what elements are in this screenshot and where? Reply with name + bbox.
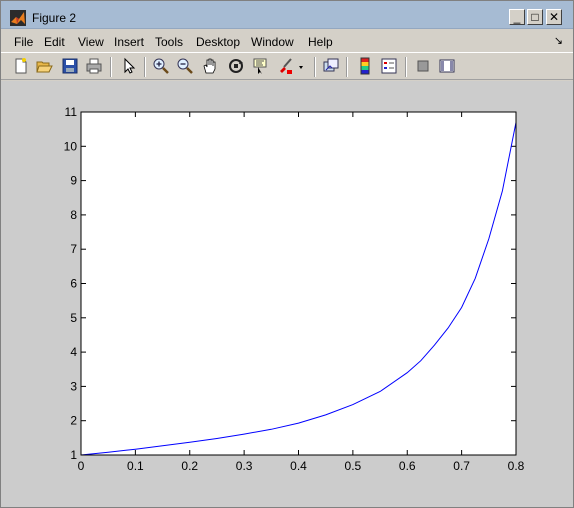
axes-background <box>81 112 516 455</box>
maximize-button[interactable]: □ <box>527 9 543 25</box>
insert-legend-icon[interactable] <box>380 57 398 75</box>
y-tick-label: 11 <box>65 105 78 119</box>
menu-window[interactable]: Window <box>251 35 294 49</box>
brush-menu-icon[interactable] <box>296 57 306 75</box>
menu-edit[interactable]: Edit <box>44 35 65 49</box>
link-plot-icon[interactable] <box>322 57 340 75</box>
menu-view[interactable]: View <box>78 35 104 49</box>
x-tick-label: 0.5 <box>345 459 362 473</box>
x-tick-label: 0.3 <box>236 459 253 473</box>
menu-insert[interactable]: Insert <box>114 35 144 49</box>
toolbar-separator <box>405 57 407 77</box>
y-tick-label: 1 <box>70 448 77 462</box>
toolbar-separator <box>314 57 316 77</box>
y-tick-label: 3 <box>70 379 77 393</box>
minimize-button[interactable]: _ <box>509 9 525 25</box>
menu-file[interactable]: File <box>14 35 33 49</box>
y-tick-label: 2 <box>70 414 77 428</box>
hide-plot-tools-icon[interactable] <box>414 57 432 75</box>
figure-window: Figure 2 _ □ ✕ File Edit View Insert Too… <box>0 0 574 508</box>
toolbar-separator <box>346 57 348 77</box>
print-figure-icon[interactable] <box>85 57 103 75</box>
x-tick-label: 0.4 <box>290 459 307 473</box>
save-figure-icon[interactable] <box>61 57 79 75</box>
x-tick-label: 0.6 <box>399 459 416 473</box>
insert-colorbar-icon[interactable] <box>356 57 374 75</box>
x-tick-label: 0.1 <box>127 459 144 473</box>
toolbar-separator <box>110 57 112 77</box>
edit-plot-icon[interactable] <box>120 57 138 75</box>
menu-help[interactable]: Help <box>308 35 333 49</box>
zoom-out-icon[interactable] <box>176 57 194 75</box>
menu-bar: File Edit View Insert Tools Desktop Wind… <box>1 30 573 52</box>
y-tick-label: 4 <box>70 345 77 359</box>
toolbar-separator <box>144 57 146 77</box>
close-button[interactable]: ✕ <box>546 9 562 25</box>
y-tick-label: 5 <box>70 311 77 325</box>
matlab-logo-icon <box>10 10 26 26</box>
y-tick-label: 7 <box>70 242 77 256</box>
y-tick-label: 9 <box>70 174 77 188</box>
plot-canvas[interactable]: 0 0.1 0.2 0.3 0.4 0.5 0.6 0.7 0.8 1 2 3 4 5 6 7 8 9 10 11 <box>1 81 573 507</box>
x-tick-label: 0.7 <box>453 459 470 473</box>
zoom-in-icon[interactable] <box>152 57 170 75</box>
rotate-3d-icon[interactable] <box>227 57 245 75</box>
dock-arrow-icon[interactable]: ↘ <box>554 34 563 47</box>
open-file-icon[interactable] <box>35 57 53 75</box>
title-bar[interactable]: Figure 2 _ □ ✕ <box>1 1 573 29</box>
pan-icon[interactable] <box>201 57 219 75</box>
menu-tools[interactable]: Tools <box>155 35 183 49</box>
show-plot-tools-icon[interactable] <box>438 57 456 75</box>
figure-toolbar <box>1 52 573 80</box>
menu-desktop[interactable]: Desktop <box>196 35 240 49</box>
window-title: Figure 2 <box>32 11 77 25</box>
y-tick-label: 8 <box>70 208 77 222</box>
x-tick-label: 0.8 <box>508 459 525 473</box>
x-tick-label: 0 <box>78 459 85 473</box>
new-figure-icon[interactable] <box>12 57 30 75</box>
x-tick-label: 0.2 <box>181 459 198 473</box>
brush-icon[interactable] <box>276 57 294 75</box>
data-cursor-icon[interactable] <box>251 57 269 75</box>
y-tick-label: 10 <box>64 139 78 153</box>
y-tick-label: 6 <box>70 277 77 291</box>
